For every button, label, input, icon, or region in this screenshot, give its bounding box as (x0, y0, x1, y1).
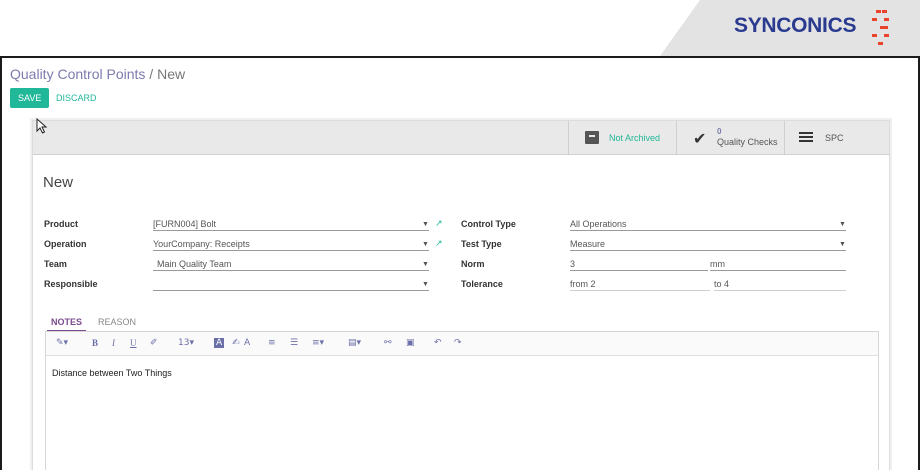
operation-dropdown-icon[interactable]: ▼ (422, 241, 429, 248)
bars-icon (799, 132, 813, 143)
font-size-dropdown[interactable]: 13▾ (178, 338, 194, 348)
not-archived-button[interactable]: Not Archived (568, 121, 676, 155)
record-title: New (43, 174, 74, 191)
link-icon[interactable]: ⚯ (384, 338, 392, 348)
breadcrumb-parent-link[interactable]: Quality Control Points (10, 66, 145, 82)
test-type-label: Test Type (461, 239, 502, 249)
operation-label: Operation (44, 239, 87, 249)
tolerance-label: Tolerance (461, 279, 503, 289)
numbered-list-icon[interactable]: ☰ (290, 338, 298, 348)
spc-label: SPC (825, 133, 844, 143)
spc-button[interactable]: SPC (784, 121, 891, 155)
bullet-list-icon[interactable]: ≡ (268, 338, 276, 348)
responsible-dropdown-icon[interactable]: ▼ (422, 281, 429, 288)
redo-icon[interactable]: ↷ (454, 338, 462, 348)
tab-reason[interactable]: REASON (98, 317, 136, 327)
operation-external-link-icon[interactable]: ↗ (435, 238, 443, 249)
quality-checks-button[interactable]: ✔ 0 Quality Checks (676, 121, 784, 155)
breadcrumb-separator: / (149, 66, 154, 82)
discard-button[interactable]: DISCARD (56, 88, 97, 108)
text-color-icon[interactable]: A (244, 338, 250, 348)
responsible-field[interactable] (153, 279, 429, 291)
eraser-icon[interactable]: ✐ (150, 338, 158, 348)
save-button[interactable]: SAVE (10, 88, 50, 108)
tab-notes[interactable]: NOTES (46, 317, 87, 332)
product-label: Product (44, 219, 79, 229)
team-label: Team (44, 259, 67, 269)
style-dropdown-icon[interactable]: ✎▾ (56, 338, 68, 348)
underline-button[interactable]: U (130, 338, 137, 348)
notes-editor[interactable]: ✎▾ B I U ✐ 13▾ A ✍ A ≡ ☰ ≡▾ ▤▾ ⚯ ▣ ↶ ↷ D… (45, 331, 879, 470)
team-dropdown-icon[interactable]: ▼ (422, 261, 429, 268)
check-icon: ✔ (693, 129, 707, 148)
table-dropdown-icon[interactable]: ▤▾ (348, 338, 361, 348)
quality-checks-label: Quality Checks (717, 137, 778, 147)
italic-button[interactable]: I (112, 338, 115, 348)
stat-button-bar: Not Archived ✔ 0 Quality Checks SPC (33, 121, 889, 155)
highlight-icon[interactable]: ✍ (232, 338, 240, 348)
control-type-label: Control Type (461, 219, 516, 229)
control-type-dropdown-icon[interactable]: ▼ (839, 221, 846, 228)
responsible-label: Responsible (44, 279, 98, 289)
notes-content[interactable]: Distance between Two Things (52, 368, 172, 378)
control-type-field[interactable]: All Operations (570, 219, 846, 231)
archive-icon (585, 131, 599, 144)
bold-button[interactable]: B (92, 338, 98, 348)
product-field[interactable]: [FURN004] Bolt (153, 219, 429, 231)
team-field[interactable]: Main Quality Team (153, 259, 429, 271)
norm-field[interactable]: 3 (570, 259, 708, 271)
picture-icon[interactable]: ▣ (406, 338, 415, 348)
brand-logo: SYNCONICS (734, 14, 857, 37)
app-window: Quality Control Points / New SAVE DISCAR… (0, 56, 920, 470)
quality-checks-count: 0 (717, 127, 722, 136)
not-archived-label: Not Archived (609, 133, 661, 143)
form-sheet: Not Archived ✔ 0 Quality Checks SPC New … (32, 120, 890, 470)
test-type-dropdown-icon[interactable]: ▼ (839, 241, 846, 248)
tolerance-to-field[interactable]: to 4 (714, 279, 846, 291)
align-dropdown-icon[interactable]: ≡▾ (312, 338, 324, 348)
editor-toolbar: ✎▾ B I U ✐ 13▾ A ✍ A ≡ ☰ ≡▾ ▤▾ ⚯ ▣ ↶ ↷ (46, 332, 878, 356)
operation-field[interactable]: YourCompany: Receipts (153, 239, 429, 251)
mouse-cursor-icon (36, 118, 48, 134)
test-type-field[interactable]: Measure (570, 239, 846, 251)
header-banner: SYNCONICS (0, 0, 920, 56)
undo-icon[interactable]: ↶ (434, 338, 442, 348)
breadcrumb-current: New (157, 66, 186, 82)
norm-unit: mm (710, 259, 846, 271)
product-dropdown-icon[interactable]: ▼ (422, 221, 429, 228)
product-external-link-icon[interactable]: ↗ (435, 218, 443, 229)
breadcrumb: Quality Control Points / New (10, 66, 185, 82)
font-color-icon[interactable]: A (214, 338, 225, 348)
brand-logo-mark-icon (868, 8, 894, 48)
norm-label: Norm (461, 259, 485, 269)
tolerance-from-field[interactable]: from 2 (570, 279, 710, 291)
